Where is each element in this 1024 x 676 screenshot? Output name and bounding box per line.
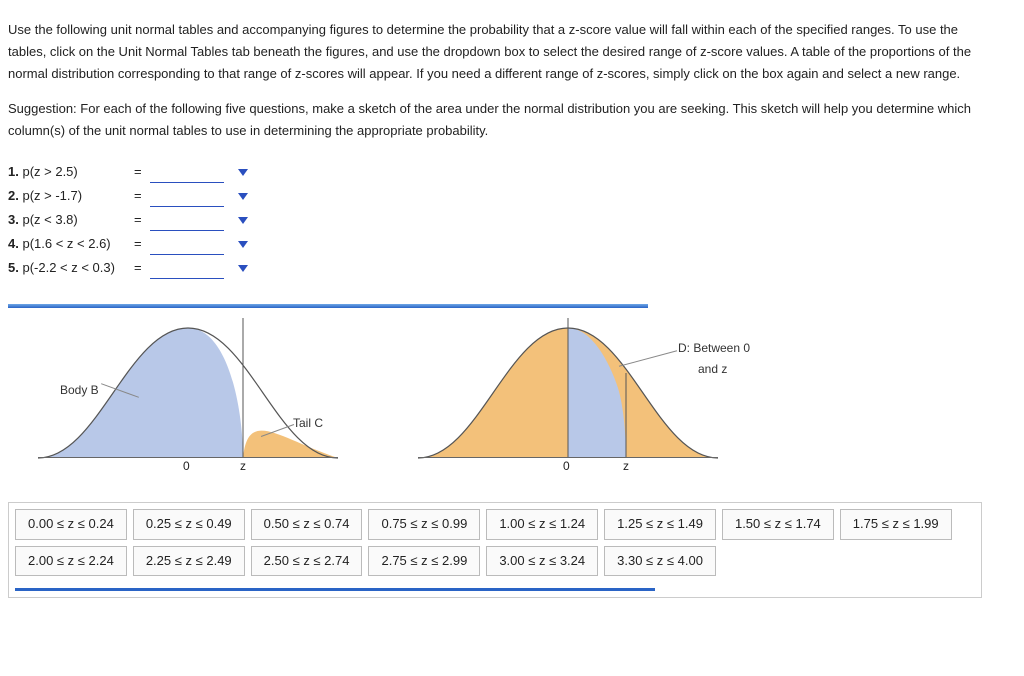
q1-dropdown-icon[interactable] [238,169,248,176]
ztable-tab-9[interactable]: 2.25 ≤ z ≤ 2.49 [133,546,245,576]
figure-between: 0 z D: Between 0 and z [418,318,718,478]
figure-body-tail: 0 z Body B Tail C [38,318,338,478]
q5-num: 5. [8,260,19,275]
q4-expr: p(1.6 < z < 2.6) [22,236,110,251]
q2-answer-input[interactable] [150,186,224,207]
q5-answer-input[interactable] [150,258,224,279]
intro-paragraph-2: Suggestion: For each of the following fi… [8,98,988,142]
q4-dropdown-icon[interactable] [238,241,248,248]
fig1-tail-label: Tail C [293,413,323,433]
q5-expr: p(-2.2 < z < 0.3) [22,260,115,275]
ztable-tab-6[interactable]: 1.50 ≤ z ≤ 1.74 [722,509,834,539]
equals-sign: = [134,233,142,255]
fig1-zero-label: 0 [183,456,190,476]
q5-dropdown-icon[interactable] [238,265,248,272]
ztable-tab-4[interactable]: 1.00 ≤ z ≤ 1.24 [486,509,598,539]
ztable-tab-0[interactable]: 0.00 ≤ z ≤ 0.24 [15,509,127,539]
q3-answer-input[interactable] [150,210,224,231]
q2-num: 2. [8,188,19,203]
ztable-tab-3[interactable]: 0.75 ≤ z ≤ 0.99 [368,509,480,539]
equals-sign: = [134,185,142,207]
ztable-tab-7[interactable]: 1.75 ≤ z ≤ 1.99 [840,509,952,539]
intro-paragraph-1: Use the following unit normal tables and… [8,19,988,85]
ztable-tab-5[interactable]: 1.25 ≤ z ≤ 1.49 [604,509,716,539]
ztable-tab-8[interactable]: 2.00 ≤ z ≤ 2.24 [15,546,127,576]
q3-dropdown-icon[interactable] [238,217,248,224]
fig1-z-label: z [240,456,246,476]
fig1-body-label: Body B [60,380,99,400]
equals-sign: = [134,257,142,279]
fig2-zero-label: 0 [563,456,570,476]
q3-num: 3. [8,212,19,227]
ztable-tab-1[interactable]: 0.25 ≤ z ≤ 0.49 [133,509,245,539]
ztable-tab-2[interactable]: 0.50 ≤ z ≤ 0.74 [251,509,363,539]
ztable-tab-11[interactable]: 2.75 ≤ z ≤ 2.99 [368,546,480,576]
unit-normal-tables-panel: 0.00 ≤ z ≤ 0.240.25 ≤ z ≤ 0.490.50 ≤ z ≤… [8,502,982,597]
fig2-z-label: z [623,456,629,476]
ztable-tab-12[interactable]: 3.00 ≤ z ≤ 3.24 [486,546,598,576]
ztable-tab-13[interactable]: 3.30 ≤ z ≤ 4.00 [604,546,716,576]
section-divider [8,304,648,308]
q1-answer-input[interactable] [150,162,224,183]
q2-dropdown-icon[interactable] [238,193,248,200]
q2-expr: p(z > -1.7) [22,188,82,203]
q4-num: 4. [8,236,19,251]
table-divider [15,588,655,591]
equals-sign: = [134,209,142,231]
ztable-tab-10[interactable]: 2.50 ≤ z ≤ 2.74 [251,546,363,576]
q3-expr: p(z < 3.8) [22,212,77,227]
q1-expr: p(z > 2.5) [22,164,77,179]
equals-sign: = [134,161,142,183]
q4-answer-input[interactable] [150,234,224,255]
question-list: 1. p(z > 2.5) = 2. p(z > -1.7) = 3. p(z … [8,160,1016,280]
q1-num: 1. [8,164,19,179]
fig2-d-label: D: Between 0 and z [678,338,750,379]
